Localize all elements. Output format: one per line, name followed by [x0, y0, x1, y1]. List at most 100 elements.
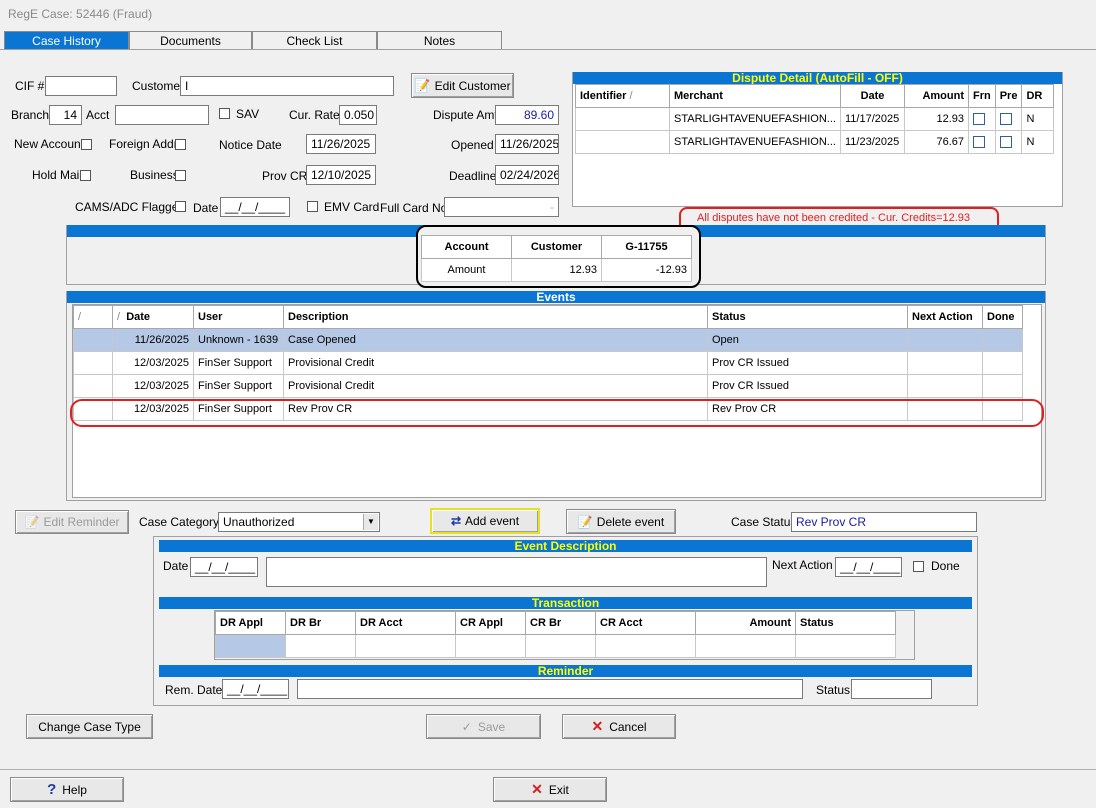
- txn-col-cr-br: CR Br: [525, 611, 596, 635]
- cams-date-input[interactable]: __/__/____: [220, 197, 290, 217]
- event-user: Unknown - 1639: [193, 328, 284, 352]
- cams-checkbox[interactable]: [175, 201, 186, 212]
- cur-rate-input[interactable]: 0.050: [339, 105, 377, 125]
- edit-customer-button[interactable]: 📝 Edit Customer: [411, 73, 514, 98]
- cell-frn[interactable]: [967, 130, 996, 154]
- txn-cell[interactable]: [285, 634, 356, 658]
- pre-checkbox[interactable]: [999, 136, 1012, 148]
- cell-pre[interactable]: [994, 107, 1023, 131]
- col-date[interactable]: Date: [839, 84, 905, 108]
- totals-customer-amount: 12.93: [511, 258, 602, 282]
- case-status-input[interactable]: Rev Prov CR: [791, 512, 977, 532]
- change-case-type-button[interactable]: Change Case Type: [26, 714, 153, 739]
- tab-check-list[interactable]: Check List: [252, 31, 377, 49]
- tab-documents[interactable]: Documents: [129, 31, 252, 49]
- chevron-down-icon[interactable]: ▼: [363, 514, 378, 530]
- tab-notes[interactable]: Notes: [377, 31, 502, 49]
- col-identifier[interactable]: Identifier /: [575, 84, 670, 108]
- bottom-divider: [0, 769, 1096, 770]
- edit-reminder-label: Edit Reminder: [43, 515, 120, 529]
- reminder-status-label: Status: [816, 683, 851, 697]
- add-event-button[interactable]: ⇄ Add event: [430, 508, 540, 534]
- events-col-status[interactable]: Status: [707, 305, 908, 329]
- full-card-input[interactable]: -: [444, 197, 559, 217]
- dispute-row[interactable]: STARLIGHTAVENUEFASHION... 11/23/2025 76.…: [575, 130, 1055, 154]
- rem-date-input[interactable]: __/__/____: [222, 679, 289, 699]
- event-description-input[interactable]: [266, 557, 767, 587]
- customer-input[interactable]: I: [180, 76, 394, 96]
- txn-cell[interactable]: [215, 634, 286, 658]
- cell-pre[interactable]: [994, 130, 1023, 154]
- event-done-checkbox[interactable]: [913, 561, 924, 572]
- edit-customer-label: Edit Customer: [434, 78, 511, 93]
- help-button[interactable]: ? Help: [10, 777, 124, 802]
- emv-card-checkbox[interactable]: [307, 201, 318, 212]
- event-next-action-input[interactable]: __/__/____: [835, 557, 902, 577]
- cell-amount: 12.93: [903, 107, 969, 131]
- deadline-input[interactable]: 02/24/2026: [495, 165, 559, 185]
- cif-input[interactable]: [45, 76, 117, 96]
- reminder-text-input[interactable]: [297, 679, 803, 699]
- foreign-addr-checkbox[interactable]: [175, 139, 186, 150]
- events-col-done[interactable]: Done: [982, 305, 1023, 329]
- help-label: Help: [62, 782, 87, 797]
- edit-reminder-button[interactable]: 📝 Edit Reminder: [15, 510, 129, 534]
- cancel-button[interactable]: ✕ Cancel: [562, 714, 676, 739]
- exit-button[interactable]: ✕ Exit: [493, 777, 607, 802]
- opened-input[interactable]: 11/26/2025: [495, 134, 559, 154]
- txn-cell[interactable]: [525, 634, 596, 658]
- case-category-select[interactable]: Unauthorized ▼: [218, 512, 380, 532]
- event-description: Provisional Credit: [283, 351, 708, 375]
- col-dr[interactable]: DR: [1021, 84, 1055, 108]
- events-col-date[interactable]: / Date: [112, 305, 194, 329]
- dispute-amt-input[interactable]: 89.60: [495, 105, 559, 125]
- col-amount[interactable]: Amount: [903, 84, 969, 108]
- pre-checkbox[interactable]: [999, 113, 1012, 125]
- hold-mail-checkbox[interactable]: [80, 170, 91, 181]
- transaction-row[interactable]: [215, 634, 896, 658]
- dispute-row[interactable]: STARLIGHTAVENUEFASHION... 11/17/2025 12.…: [575, 107, 1055, 131]
- notice-date-input[interactable]: 11/26/2025: [306, 134, 376, 154]
- frn-checkbox[interactable]: [972, 136, 985, 148]
- cell-identifier: [575, 107, 670, 131]
- txn-cell[interactable]: [355, 634, 456, 658]
- cancel-label: Cancel: [609, 719, 647, 734]
- customer-label: Customer: [132, 79, 185, 93]
- prov-cr-input[interactable]: 12/10/2025: [306, 165, 376, 185]
- cell-frn[interactable]: [967, 107, 996, 131]
- cell-date: 11/23/2025: [839, 130, 905, 154]
- events-col-description[interactable]: Description: [283, 305, 708, 329]
- help-icon: ?: [47, 781, 57, 798]
- save-button[interactable]: ✓ Save: [426, 714, 541, 739]
- col-pre[interactable]: Pre: [994, 84, 1023, 108]
- acct-input[interactable]: [115, 105, 209, 125]
- event-date-input[interactable]: __/__/____: [190, 557, 258, 577]
- delete-event-button[interactable]: 📝 Delete event: [566, 509, 676, 534]
- txn-cell[interactable]: [795, 634, 896, 658]
- save-label: Save: [477, 719, 506, 734]
- event-row[interactable]: 12/03/2025 FinSer Support Provisional Cr…: [73, 374, 1023, 398]
- txn-cell[interactable]: [595, 634, 696, 658]
- tab-case-history[interactable]: Case History: [4, 31, 129, 49]
- txn-cell[interactable]: [695, 634, 796, 658]
- event-row[interactable]: 12/03/2025 FinSer Support Provisional Cr…: [73, 351, 1023, 375]
- events-col-user[interactable]: User: [193, 305, 284, 329]
- col-merchant[interactable]: Merchant: [669, 84, 841, 108]
- cams-label: CAMS/ADC Flagged: [75, 200, 186, 214]
- reminder-status-input[interactable]: [851, 679, 932, 699]
- branch-input[interactable]: 14: [49, 105, 82, 125]
- txn-cell[interactable]: [455, 634, 526, 658]
- events-col-marker[interactable]: /: [73, 305, 113, 329]
- transaction-totals-table: Account Customer G-11755 Amount 12.93 -1…: [421, 235, 692, 282]
- case-category-value: Unauthorized: [223, 515, 295, 529]
- sav-checkbox[interactable]: [219, 108, 230, 119]
- totals-col-customer: Customer: [511, 235, 602, 259]
- events-col-next-action[interactable]: Next Action: [907, 305, 983, 329]
- col-frn[interactable]: Frn: [967, 84, 996, 108]
- new-account-checkbox[interactable]: [81, 139, 92, 150]
- txn-col-cr-appl: CR Appl: [455, 611, 526, 635]
- business-checkbox[interactable]: [175, 170, 186, 181]
- event-row[interactable]: 11/26/2025 Unknown - 1639 Case Opened Op…: [73, 328, 1023, 352]
- frn-checkbox[interactable]: [972, 113, 985, 125]
- opened-label: Opened: [451, 138, 494, 152]
